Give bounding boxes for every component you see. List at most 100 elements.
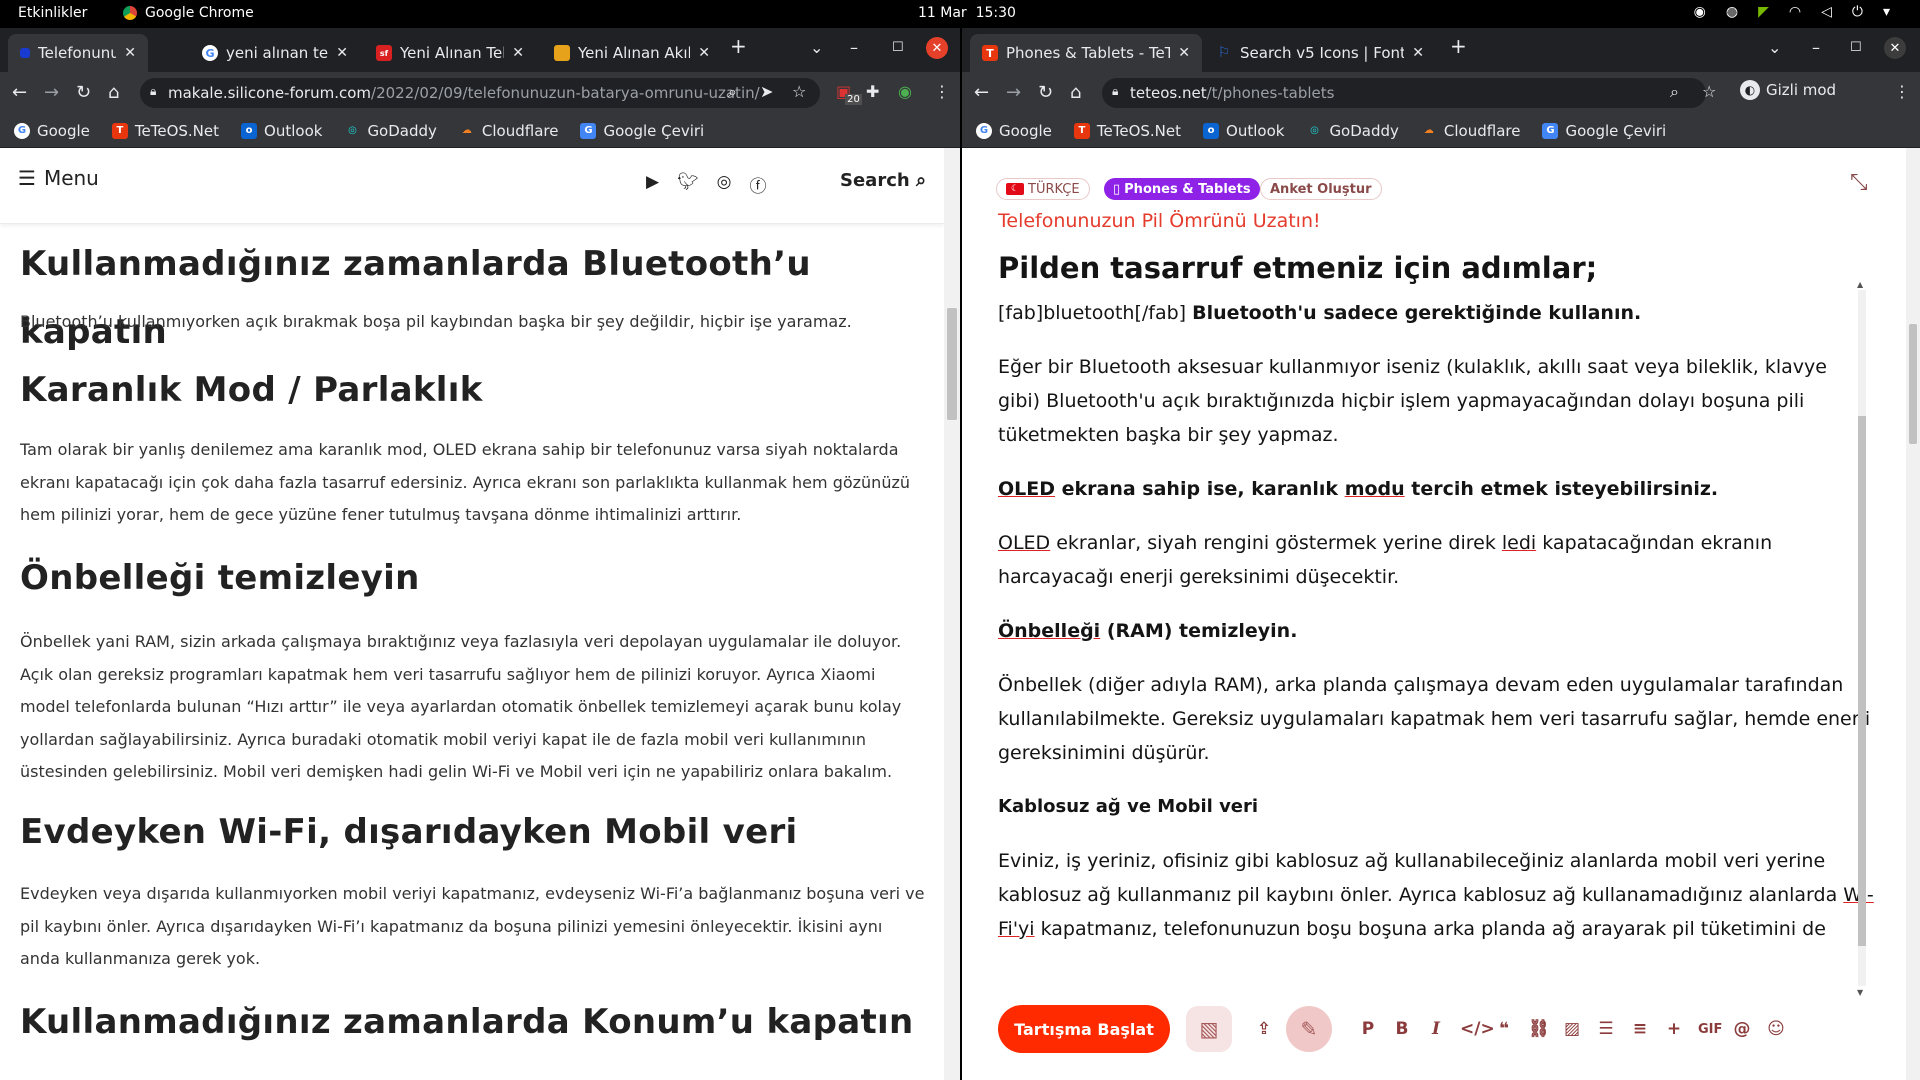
system-tray[interactable]: ◉ ◍ ◤ ◠ ◁ ⏻ ▾ (1694, 4, 1890, 20)
tab-search-icon[interactable]: ⌄ (1768, 38, 1781, 57)
menu-dots-icon[interactable]: ⋮ (1894, 82, 1910, 101)
incognito-indicator[interactable]: ◐ Gizli mod (1740, 80, 1836, 100)
scrollbar-thumb[interactable] (947, 308, 957, 420)
minimize-icon[interactable]: – (1812, 38, 1820, 57)
minimize-icon[interactable]: – (850, 38, 858, 57)
tab-3[interactable]: sf Yeni Alınan Tele ✕ (364, 34, 536, 72)
tab-search-icon[interactable]: ⌄ (810, 38, 823, 57)
close-tab-icon[interactable]: ✕ (124, 45, 136, 61)
zoom-icon[interactable]: ⌕ (728, 82, 737, 102)
search-button[interactable]: Search ⌕ (840, 170, 926, 191)
code-icon[interactable]: </> (1460, 1019, 1495, 1039)
close-window-icon[interactable]: ✕ (926, 37, 948, 59)
close-tab-icon[interactable]: ✕ (1178, 45, 1190, 61)
message-editor[interactable]: Pilden tasarruf etmeniz için adımlar; [f… (998, 240, 1874, 954)
send-icon[interactable]: ➤ (760, 82, 773, 101)
forward-icon[interactable]: → (1006, 82, 1021, 103)
page-scrollbar[interactable] (944, 148, 960, 1080)
scroll-down-icon[interactable]: ▼ (1857, 988, 1863, 997)
reload-icon[interactable]: ↻ (1038, 82, 1053, 103)
youtube-icon[interactable]: ▶ (646, 172, 659, 197)
media-gallery-icon[interactable]: ▧ (1186, 1006, 1232, 1052)
emoji-icon[interactable]: ☺ (1766, 1019, 1786, 1039)
gif-icon[interactable]: GIF (1698, 1022, 1722, 1037)
bookmark-google[interactable]: G Google (14, 122, 90, 140)
bookmark-star-icon[interactable]: ☆ (792, 82, 806, 101)
maximize-icon[interactable]: ☐ (892, 40, 904, 55)
zoom-icon[interactable]: ⌕ (1670, 82, 1679, 102)
italic-icon[interactable]: I (1426, 1019, 1446, 1039)
page-scrollbar[interactable] (1906, 148, 1920, 1080)
power-icon[interactable]: ⏻ (1852, 4, 1863, 20)
close-tab-icon[interactable]: ✕ (698, 45, 710, 61)
instagram-icon[interactable]: ◎ (717, 172, 732, 197)
bookmark-outlook[interactable]: o Outlook (241, 122, 322, 140)
scrollbar-thumb[interactable] (1858, 416, 1866, 946)
quote-icon[interactable]: ❝ (1494, 1019, 1514, 1039)
bookmark-translate[interactable]: G Google Çeviri (580, 122, 704, 140)
facebook-icon[interactable]: ⓕ (750, 172, 767, 197)
bold-icon[interactable]: B (1392, 1019, 1412, 1039)
bookmark-google[interactable]: G Google (976, 122, 1052, 140)
prefix-category[interactable]: ▯ Phones & Tablets (1104, 178, 1260, 200)
tab-1[interactable]: Telefonunuzun B ✕ (8, 34, 148, 72)
lock-icon[interactable]: 🔒︎ (150, 84, 156, 99)
editor-scrollbar[interactable]: ▲ ▼ (1856, 280, 1868, 1000)
app-menu[interactable]: Google Chrome (123, 5, 254, 21)
paragraph-icon[interactable]: P (1358, 1019, 1378, 1039)
new-tab-icon[interactable]: + (730, 34, 747, 58)
home-icon[interactable]: ⌂ (108, 82, 119, 103)
address-bar[interactable]: 🔒︎ makale.silicone-forum.com/2022/02/09/… (140, 78, 820, 108)
close-window-icon[interactable]: ✕ (1884, 37, 1906, 59)
bookmark-godaddy[interactable]: ◎ GoDaddy (344, 122, 437, 140)
forward-icon[interactable]: → (44, 82, 59, 103)
bookmark-teteos[interactable]: T TeTeOS.Net (111, 122, 219, 140)
back-icon[interactable]: ← (974, 82, 989, 103)
tab-1[interactable]: T Phones & Tablets - TeTeO ✕ (970, 34, 1202, 72)
volume-icon[interactable]: ◁ (1821, 4, 1832, 20)
activities-button[interactable]: Etkinlikler (18, 5, 87, 21)
insert-icon[interactable]: + (1664, 1019, 1684, 1039)
bookmark-star-icon[interactable]: ☆ (1702, 82, 1716, 101)
twitter-icon[interactable]: 🐦︎ (677, 172, 699, 197)
bookmark-translate[interactable]: G Google Çeviri (1542, 122, 1666, 140)
extensions-icon[interactable]: ✚ (866, 82, 879, 101)
bookmark-teteos[interactable]: T TeTeOS.Net (1073, 122, 1181, 140)
profile-avatar[interactable]: ◉ (898, 82, 912, 101)
prefix-language[interactable]: ☾ TÜRKÇE (996, 178, 1090, 200)
create-poll-button[interactable]: Anket Oluştur (1260, 178, 1382, 200)
close-tab-icon[interactable]: ✕ (1412, 45, 1424, 61)
file-upload-icon[interactable]: ⇪ (1254, 1019, 1274, 1039)
wifi-icon[interactable]: ◠ (1789, 4, 1801, 20)
thread-title[interactable]: Telefonunuzun Pil Ömrünü Uzatın! (998, 210, 1321, 232)
close-tab-icon[interactable]: ✕ (336, 45, 348, 61)
brush-icon[interactable]: ✎ (1286, 1006, 1332, 1052)
discord-icon[interactable]: ◉ (1694, 4, 1706, 20)
maximize-icon[interactable]: ☐ (1850, 40, 1862, 55)
extension-badge-icon[interactable]: ▣20 (836, 82, 868, 105)
scroll-up-icon[interactable]: ▲ (1857, 280, 1863, 289)
tab-2[interactable]: G yeni alınan telef ✕ (190, 34, 360, 72)
close-tab-icon[interactable]: ✕ (512, 45, 524, 61)
new-tab-icon[interactable]: + (1450, 34, 1467, 58)
tab-4[interactable]: Yeni Alınan Akıllı ✕ (542, 34, 722, 72)
nvidia-icon[interactable]: ◤ (1758, 4, 1769, 20)
tab-2[interactable]: ⚐ Search v5 Icons | Font Aw ✕ (1204, 34, 1436, 72)
numbered-list-icon[interactable]: ≡ (1630, 1019, 1650, 1039)
clock[interactable]: 11 Mar 15:30 (918, 5, 1016, 21)
bookmark-godaddy[interactable]: ◎ GoDaddy (1306, 122, 1399, 140)
image-icon[interactable]: ▨ (1562, 1019, 1582, 1039)
lock-icon[interactable]: 🔒︎ (1112, 84, 1118, 99)
menu-dots-icon[interactable]: ⋮ (934, 82, 950, 101)
steam-icon[interactable]: ◍ (1726, 4, 1738, 20)
collapse-icon[interactable]: ⤡ (1850, 170, 1868, 195)
mention-icon[interactable]: @ (1732, 1019, 1752, 1039)
home-icon[interactable]: ⌂ (1070, 82, 1081, 103)
address-bar[interactable]: 🔒︎ teteos.net/t/phones-tablets (1102, 78, 1706, 108)
bookmark-outlook[interactable]: o Outlook (1203, 122, 1284, 140)
bookmark-cloudflare[interactable]: ☁ Cloudflare (459, 122, 559, 140)
start-discussion-button[interactable]: Tartışma Başlat (998, 1005, 1170, 1053)
reload-icon[interactable]: ↻ (76, 82, 91, 103)
back-icon[interactable]: ← (12, 82, 27, 103)
menu-button[interactable]: ☰ Menu (18, 166, 99, 190)
